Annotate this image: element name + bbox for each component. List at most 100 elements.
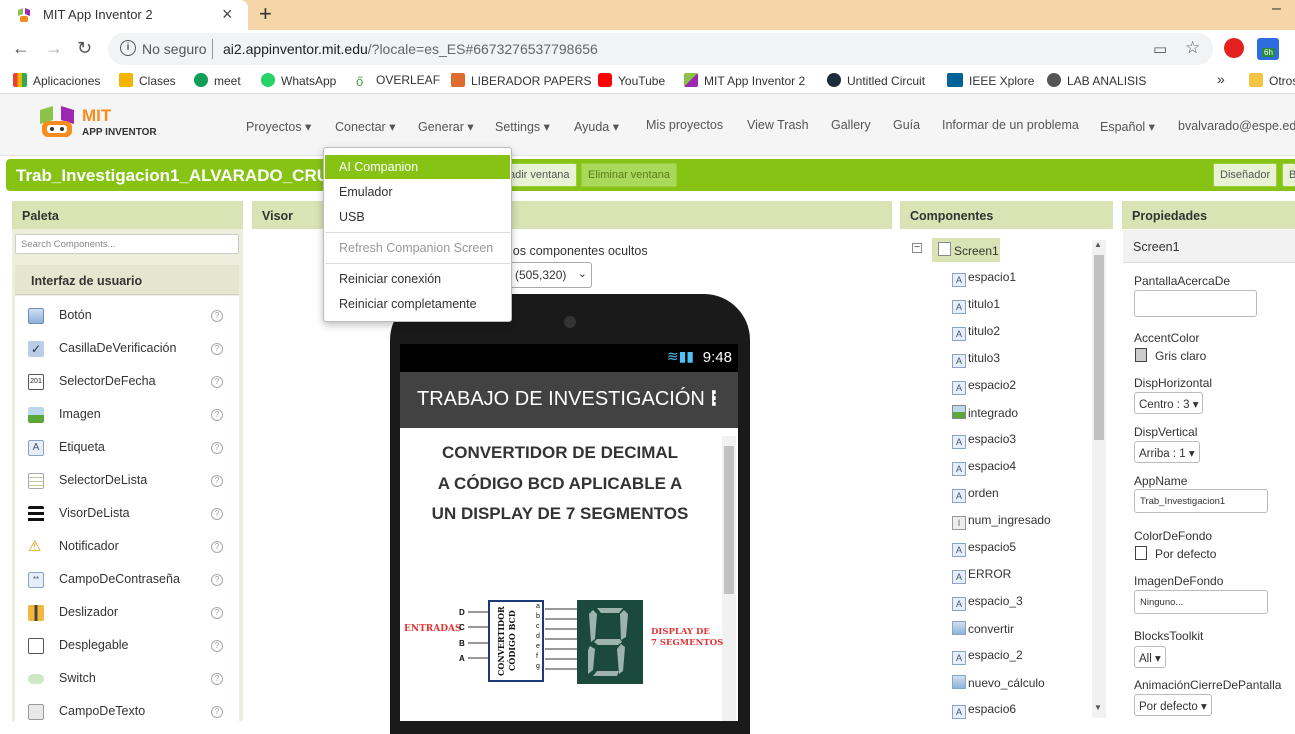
- palette-item-checkbox[interactable]: ✓ CasillaDeVerificación?: [15, 333, 239, 366]
- tree-node-num-ingresado[interactable]: Inum_ingresado: [952, 513, 1051, 533]
- palette-item-password[interactable]: ** CampoDeContraseña?: [15, 564, 239, 597]
- help-icon[interactable]: ?: [211, 607, 223, 619]
- palette-search-input[interactable]: Search Components...: [15, 234, 239, 254]
- help-icon[interactable]: ?: [211, 376, 223, 388]
- window-minimize-icon[interactable]: –: [1272, 0, 1281, 18]
- help-icon[interactable]: ?: [211, 442, 223, 454]
- help-icon[interactable]: ?: [211, 574, 223, 586]
- menu-proyectos[interactable]: Proyectos ▾: [246, 119, 311, 134]
- menu-item-usb[interactable]: USB: [325, 205, 510, 229]
- tree-node-espacio-2[interactable]: Aespacio_2: [952, 648, 1023, 668]
- tree-node-espacio5[interactable]: Aespacio5: [952, 540, 1016, 560]
- help-icon[interactable]: ?: [211, 673, 223, 685]
- add-window-button[interactable]: adir ventana: [502, 163, 577, 187]
- bookmark-ieee[interactable]: IEEE Xplore: [947, 73, 1034, 89]
- bookmark-star-icon[interactable]: ☆: [1185, 38, 1200, 58]
- menu-item-reiniciar-completamente[interactable]: Reiniciar completamente: [325, 292, 510, 316]
- palette-item-switch[interactable]: Switch?: [15, 663, 239, 696]
- help-icon[interactable]: ?: [211, 706, 223, 718]
- menu-language[interactable]: Español ▾: [1100, 119, 1155, 134]
- bookmark-aplicaciones[interactable]: Aplicaciones: [13, 73, 100, 89]
- palette-item-listpicker[interactable]: SelectorDeLista?: [15, 465, 239, 498]
- help-icon[interactable]: ?: [211, 343, 223, 355]
- new-tab-icon[interactable]: +: [259, 1, 272, 27]
- bookmark-liberador[interactable]: LIBERADOR PAPERS: [451, 73, 591, 89]
- tree-node-titulo3[interactable]: Atitulo3: [952, 351, 1000, 371]
- prop-accent-value[interactable]: Gris claro: [1155, 349, 1206, 363]
- palette-item-listview[interactable]: VisorDeLista?: [15, 498, 239, 531]
- extension-blue-icon[interactable]: 6h: [1257, 38, 1279, 60]
- scroll-down-icon[interactable]: ▼: [1094, 703, 1102, 712]
- palette-item-boton[interactable]: Botón?: [15, 300, 239, 333]
- designer-button[interactable]: Diseñador: [1213, 163, 1278, 187]
- bookmark-overleaf[interactable]: ő OVERLEAF: [356, 73, 440, 90]
- menu-item-emulador[interactable]: Emulador: [325, 180, 510, 204]
- prop-bgimage-input[interactable]: Ninguno...: [1134, 590, 1268, 614]
- palette-item-imagen[interactable]: Imagen?: [15, 399, 239, 432]
- browser-tab[interactable]: MIT App Inventor 2 ×: [0, 0, 248, 30]
- user-email[interactable]: bvalvarado@espe.edu: [1178, 119, 1295, 133]
- tree-node-titulo1[interactable]: Atitulo1: [952, 297, 1000, 317]
- prop-vertical-select[interactable]: Arriba : 1 ▾: [1134, 441, 1200, 463]
- tree-node-nuevo-calculo[interactable]: nuevo_cálculo: [952, 675, 1045, 695]
- cast-icon[interactable]: ▭: [1153, 40, 1167, 58]
- tree-node-espacio4[interactable]: Aespacio4: [952, 459, 1016, 479]
- help-icon[interactable]: ?: [211, 409, 223, 421]
- menu-ayuda[interactable]: Ayuda ▾: [574, 119, 619, 134]
- back-icon[interactable]: ←: [12, 38, 30, 59]
- tree-node-espacio6[interactable]: Aespacio6: [952, 702, 1016, 722]
- menu-item-ai-companion[interactable]: AI Companion: [325, 155, 510, 179]
- accent-color-swatch[interactable]: [1135, 348, 1147, 362]
- blocks-button[interactable]: B: [1282, 163, 1295, 187]
- tree-node-espacio1[interactable]: Aespacio1: [952, 270, 1016, 290]
- help-icon[interactable]: ?: [211, 310, 223, 322]
- link-guia[interactable]: Guía: [893, 118, 920, 132]
- bookmark-otros[interactable]: Otros: [1249, 73, 1295, 89]
- show-hidden-components-label[interactable]: los componentes ocultos: [510, 244, 648, 258]
- tree-node-orden[interactable]: Aorden: [952, 486, 999, 506]
- help-icon[interactable]: ?: [211, 508, 223, 520]
- palette-item-etiqueta[interactable]: A Etiqueta?: [15, 432, 239, 465]
- forward-icon[interactable]: →: [45, 38, 63, 59]
- help-icon[interactable]: ?: [211, 541, 223, 553]
- tree-node-screen1[interactable]: Screen1: [932, 238, 1000, 262]
- bookmark-whatsapp[interactable]: WhatsApp: [261, 73, 336, 89]
- link-informar-problema[interactable]: Informar de un problema: [942, 118, 1079, 132]
- bookmark-meet[interactable]: meet: [194, 73, 241, 89]
- bookmark-appinventor[interactable]: MIT App Inventor 2: [684, 73, 805, 89]
- palette-category-ui[interactable]: Interfaz de usuario: [15, 265, 239, 295]
- phone-scroll-thumb[interactable]: [724, 446, 734, 594]
- palette-item-textbox[interactable]: CampoDeTexto?: [15, 696, 239, 729]
- prop-anim-select[interactable]: Por defecto ▾: [1134, 694, 1212, 716]
- link-view-trash[interactable]: View Trash: [747, 118, 809, 132]
- help-icon[interactable]: ?: [211, 475, 223, 487]
- tree-node-espacio2[interactable]: Aespacio2: [952, 378, 1016, 398]
- menu-item-reiniciar-conexion[interactable]: Reiniciar conexión: [325, 267, 510, 291]
- tree-node-integrado[interactable]: integrado: [952, 405, 1018, 425]
- bookmarks-more[interactable]: »: [1217, 71, 1225, 87]
- tree-node-espacio-3[interactable]: Aespacio_3: [952, 594, 1023, 614]
- palette-item-spinner[interactable]: Desplegable?: [15, 630, 239, 663]
- menu-item-refresh-companion[interactable]: Refresh Companion Screen: [325, 236, 510, 260]
- url-text[interactable]: ai2.appinventor.mit.edu/?locale=es_ES#66…: [223, 41, 598, 57]
- tree-node-convertir[interactable]: convertir: [952, 621, 1014, 641]
- menu-generar[interactable]: Generar ▾: [418, 119, 474, 134]
- palette-item-notifier[interactable]: ⚠ Notificador?: [15, 531, 239, 564]
- prop-bgcolor-value[interactable]: Por defecto: [1155, 547, 1216, 561]
- scroll-up-icon[interactable]: ▲: [1094, 240, 1102, 249]
- tree-node-error[interactable]: A ERROR: [952, 567, 1011, 587]
- screen-size-select[interactable]: (505,320) ⌄: [500, 262, 592, 288]
- tab-close-icon[interactable]: ×: [222, 4, 233, 25]
- bookmark-lab[interactable]: LAB ANALISIS: [1047, 73, 1146, 89]
- bookmark-circuit[interactable]: Untitled Circuit: [827, 73, 925, 89]
- address-bar[interactable]: i No seguro ai2.appinventor.mit.edu/?loc…: [108, 33, 1213, 65]
- link-mis-proyectos[interactable]: Mis proyectos: [646, 118, 723, 132]
- bg-color-swatch[interactable]: [1135, 546, 1147, 560]
- help-icon[interactable]: ?: [211, 640, 223, 652]
- tree-node-espacio3[interactable]: Aespacio3: [952, 432, 1016, 452]
- overflow-menu-icon[interactable]: ⋮: [704, 386, 724, 411]
- menu-conectar[interactable]: Conectar ▾: [335, 119, 395, 134]
- info-icon[interactable]: i: [120, 40, 136, 56]
- collapse-tree-icon[interactable]: −: [912, 243, 922, 253]
- palette-item-datepicker[interactable]: 201 SelectorDeFecha?: [15, 366, 239, 399]
